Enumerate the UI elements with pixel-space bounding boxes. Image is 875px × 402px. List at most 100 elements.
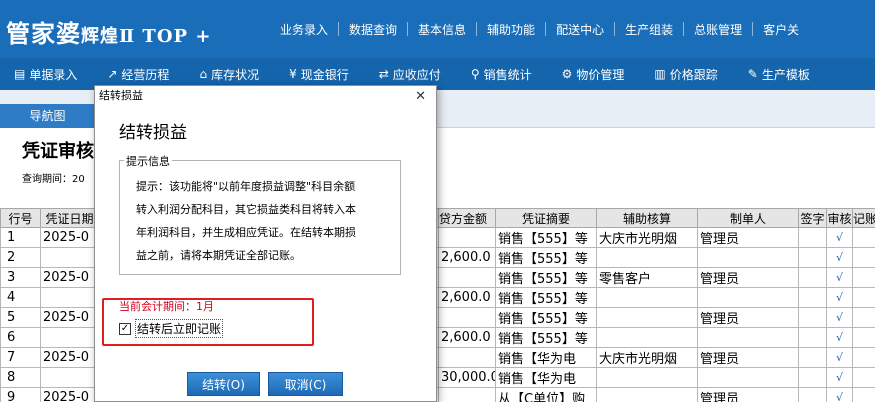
toolbar-label: 生产模板	[761, 67, 810, 82]
dialog-heading: 结转损益	[119, 123, 187, 143]
cell-date	[40, 327, 99, 348]
cell-summary: 销售【555】等	[495, 287, 597, 308]
cell-row-no: 1	[0, 227, 41, 248]
cell-aux	[596, 367, 698, 388]
cell-summary: 销售【555】等	[495, 267, 597, 288]
cell-row-no: 8	[0, 367, 41, 388]
nav-item-customer[interactable]: 客户关	[753, 21, 809, 38]
close-icon[interactable]: ✕	[415, 87, 426, 107]
nav-item-aux-functions[interactable]: 辅助功能	[477, 21, 545, 38]
document-icon: ▤	[14, 67, 26, 81]
cell-credit: 2,600.0	[438, 247, 496, 268]
cell-date: 2025-0	[40, 307, 99, 328]
tab-navigation-map[interactable]: 导航图	[0, 104, 95, 128]
cell-maker	[697, 327, 799, 348]
cell-maker	[697, 287, 799, 308]
hint-group: 提示信息 提示：该功能将"以前年度损益调整"科目余额 转入利润分配科目，其它损益…	[119, 153, 401, 275]
cell-summary: 销售【555】等	[495, 227, 597, 248]
nav-item-distribution[interactable]: 配送中心	[546, 21, 614, 38]
col-header-credit[interactable]: 贷方金额	[438, 208, 496, 228]
cell-aux	[596, 287, 698, 308]
toolbar-label: 物价管理	[576, 67, 625, 82]
cell-audit-check: √	[826, 307, 853, 328]
col-header-post[interactable]: 记账	[852, 208, 875, 228]
cell-summary: 销售【555】等	[495, 307, 597, 328]
cell-aux	[596, 247, 698, 268]
col-header-summary[interactable]: 凭证摘要	[495, 208, 597, 228]
exchange-icon: ⇄	[378, 67, 389, 81]
nav-item-data-query[interactable]: 数据查询	[339, 21, 407, 38]
top-header: 管家婆辉煌Ⅱ TOP + 业务录入 数据查询 基本信息 辅助功能 配送中心 生产…	[0, 0, 875, 58]
hint-line: 提示：该功能将"以前年度损益调整"科目余额	[136, 180, 356, 193]
cell-aux: 大庆市光明烟	[596, 347, 698, 368]
transfer-profit-loss-dialog: 结转损益 ✕ 结转损益 提示信息 提示：该功能将"以前年度损益调整"科目余额 转…	[94, 85, 437, 402]
cell-date	[40, 287, 99, 308]
cell-credit	[438, 307, 496, 328]
top-nav: 业务录入 数据查询 基本信息 辅助功能 配送中心 生产组装 总账管理 客户关	[270, 0, 809, 58]
nav-item-basic-info[interactable]: 基本信息	[408, 21, 476, 38]
cell-audit-check: √	[826, 267, 853, 288]
cell-row-no: 5	[0, 307, 41, 328]
toolbar-inventory-status[interactable]: ⌂ 库存状况	[185, 66, 275, 83]
col-header-aux[interactable]: 辅助核算	[596, 208, 698, 228]
toolbar-document-entry[interactable]: ▤ 单据录入	[0, 66, 93, 83]
post-after-transfer-option[interactable]: ✓ 结转后立即记账	[119, 319, 224, 338]
toolbar-cash-bank[interactable]: ¥ 现金银行	[275, 66, 365, 83]
toolbar-price-tracking[interactable]: ▥ 价格跟踪	[640, 66, 733, 83]
cell-audit-check: √	[826, 387, 853, 402]
toolbar-business-history[interactable]: ↗ 经营历程	[93, 66, 185, 83]
nav-item-general-ledger[interactable]: 总账管理	[684, 21, 752, 38]
cell-aux: 零售客户	[596, 267, 698, 288]
cell-date: 2025-0	[40, 267, 99, 288]
cell-summary: 销售【555】等	[495, 327, 597, 348]
cell-credit: 2,600.0	[438, 287, 496, 308]
cell-summary: 销售【华为电	[495, 367, 597, 388]
chart-icon: ↗	[107, 67, 118, 81]
col-header-audit[interactable]: 审核	[826, 208, 853, 228]
cell-credit: 30,000.0	[438, 367, 496, 388]
cell-date	[40, 247, 99, 268]
nav-item-business-entry[interactable]: 业务录入	[270, 21, 338, 38]
hint-line: 益之前，请将本期凭证全部记账。	[136, 249, 301, 262]
col-header-maker[interactable]: 制单人	[697, 208, 799, 228]
toolbar-production-template[interactable]: ✎ 生产模板	[734, 66, 826, 83]
gear-icon: ⚙	[561, 67, 573, 81]
toolbar-label: 应收应付	[392, 67, 441, 82]
cell-maker: 管理员	[697, 267, 799, 288]
post-after-transfer-checkbox[interactable]: ✓	[119, 322, 131, 335]
cell-credit: 2,600.0	[438, 327, 496, 348]
dialog-title: 结转损益	[99, 89, 143, 102]
cell-date	[40, 367, 99, 388]
cell-maker	[697, 247, 799, 268]
home-icon: ⌂	[199, 67, 208, 81]
cell-maker	[697, 367, 799, 388]
yen-icon: ¥	[289, 67, 297, 81]
dialog-titlebar[interactable]: 结转损益 ✕	[95, 86, 436, 106]
col-header-date[interactable]: 凭证日期	[40, 208, 99, 228]
toolbar-label: 现金银行	[300, 67, 349, 82]
col-header-sign[interactable]: 签字	[798, 208, 827, 228]
cell-maker: 管理员	[697, 347, 799, 368]
post-after-transfer-label[interactable]: 结转后立即记账	[135, 319, 224, 338]
col-header-row-no[interactable]: 行号	[0, 208, 41, 228]
cancel-button[interactable]: 取消(C)	[268, 372, 343, 396]
cell-aux	[596, 387, 698, 402]
app-logo: 管家婆辉煌Ⅱ TOP +	[6, 19, 212, 48]
cell-date: 2025-0	[40, 347, 99, 368]
toolbar-label: 经营历程	[121, 67, 170, 82]
current-period-label: 当前会计期间：1月	[119, 300, 214, 313]
toolbar-price-management[interactable]: ⚙ 物价管理	[548, 66, 641, 83]
search-icon: ⚲	[470, 67, 480, 81]
cell-aux	[596, 327, 698, 348]
cell-row-no: 2	[0, 247, 41, 268]
cell-row-no: 9	[0, 387, 41, 402]
toolbar-receivable-payable[interactable]: ⇄ 应收应付	[365, 66, 457, 83]
toolbar-label: 销售统计	[483, 67, 532, 82]
toolbar-sales-stats[interactable]: ⚲ 销售统计	[457, 66, 548, 83]
nav-item-production[interactable]: 生产组装	[615, 21, 683, 38]
transfer-button[interactable]: 结转(O)	[187, 372, 260, 396]
cell-credit	[438, 347, 496, 368]
cell-aux: 大庆市光明烟	[596, 227, 698, 248]
cell-maker: 管理员	[697, 227, 799, 248]
cell-credit	[438, 387, 496, 402]
